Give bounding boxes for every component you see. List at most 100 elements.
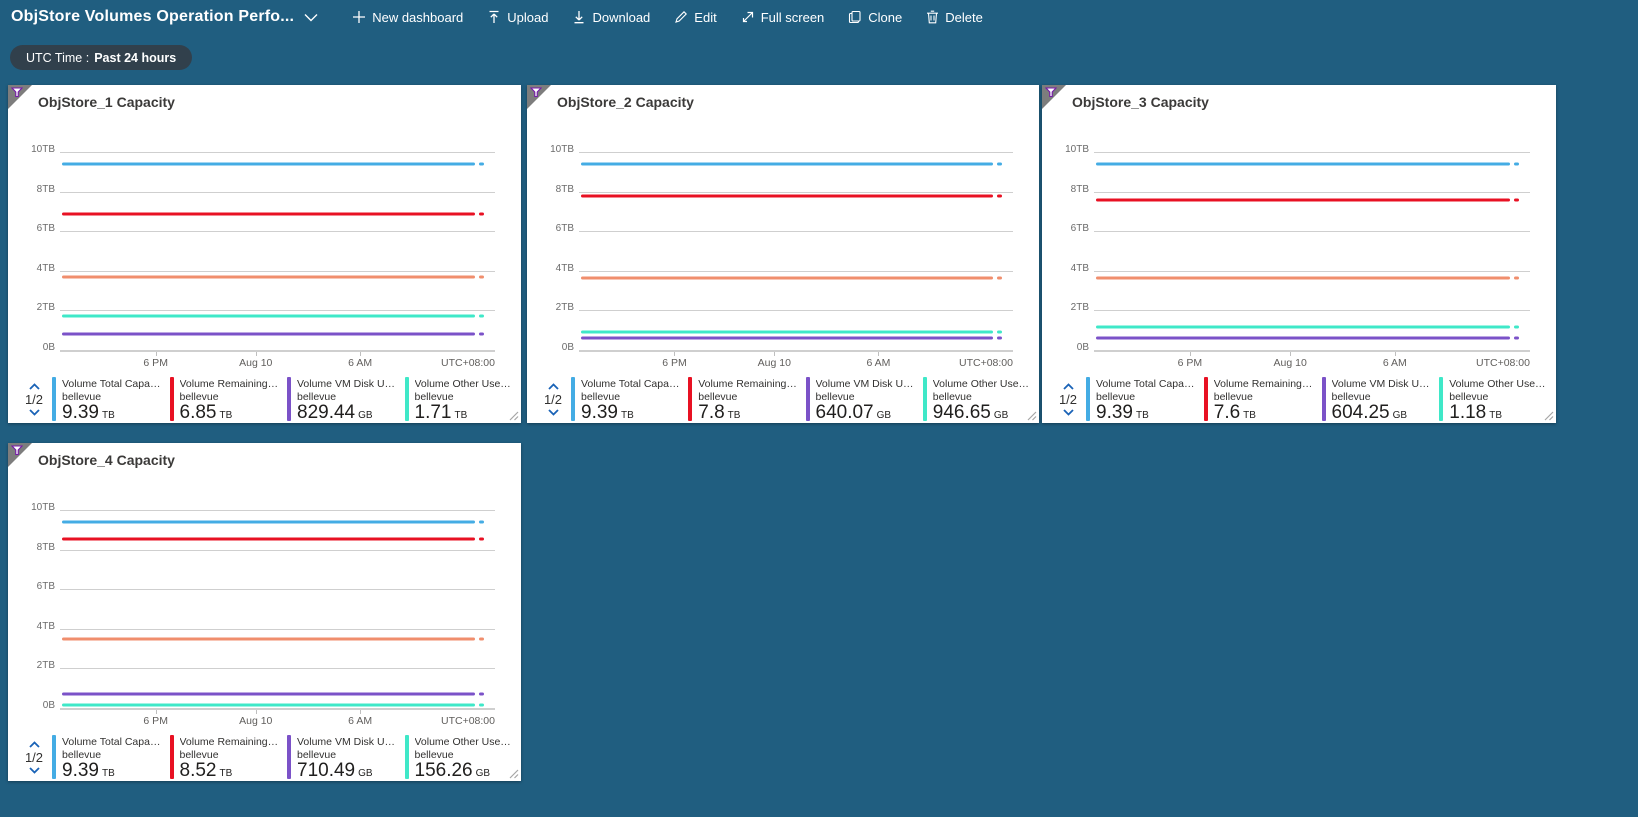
series-line xyxy=(62,693,475,696)
series-line xyxy=(62,637,475,640)
legend-item[interactable]: Volume VM Disk Used ...bellevue829.44GB xyxy=(287,377,398,421)
series-line xyxy=(62,521,475,524)
dashboard-toolbar: ObjStore Volumes Operation Perfo... New … xyxy=(0,0,1638,34)
legend-item[interactable]: Volume Total Capacit...bellevue9.39TB xyxy=(571,377,681,421)
x-axis: UTC+08:006 PMAug 106 AM xyxy=(579,351,1013,371)
metric-name: Volume Other Used Ca... xyxy=(933,378,1033,391)
legend-page-down-button[interactable] xyxy=(29,408,40,417)
y-axis-label: 8TB xyxy=(556,183,574,194)
y-axis-label: 6TB xyxy=(1071,223,1089,234)
metric-unit: GB xyxy=(476,768,490,779)
tile-resize-handle[interactable] xyxy=(508,768,519,779)
legend-item[interactable]: Volume Remaining Cap...bellevue7.8TB xyxy=(688,377,798,421)
legend-items: Volume Total Capacit...bellevue9.39TB Vol… xyxy=(1086,377,1550,421)
metric-value: 9.39TB xyxy=(1096,403,1197,426)
action-label: Upload xyxy=(507,10,548,25)
legend-page-up-button[interactable] xyxy=(548,382,559,391)
legend-item[interactable]: Volume VM Disk Used ...bellevue604.25GB xyxy=(1322,377,1433,421)
series-line xyxy=(581,276,993,279)
legend-page-up-button[interactable] xyxy=(29,740,40,749)
line-chart: 10TB8TB6TB4TB2TB0B xyxy=(60,510,495,708)
y-axis-label: 2TB xyxy=(37,660,55,671)
delete-button[interactable]: Delete xyxy=(926,10,983,25)
legend-item[interactable]: Volume Other Used Ca...bellevue1.71TB xyxy=(405,377,516,421)
upload-button[interactable]: Upload xyxy=(487,10,548,25)
x-axis-tick xyxy=(878,352,879,356)
chevron-down-icon xyxy=(29,767,40,774)
new-dashboard-button[interactable]: New dashboard xyxy=(352,10,463,25)
tile-objstore-4-capacity[interactable]: ObjStore_4 Capacity 10TB8TB6TB4TB2TB0B U… xyxy=(8,443,521,781)
legend-item[interactable]: Volume VM Disk Used ...bellevue640.07GB xyxy=(806,377,916,421)
series-endpoint xyxy=(997,336,1002,339)
chart-legend: 1/2 Volume Total Capacit...bellevue9.39T… xyxy=(535,377,1033,421)
series-endpoint xyxy=(479,521,484,524)
legend-color-bar xyxy=(1322,377,1326,421)
legend-item[interactable]: Volume Remaining Cap...bellevue6.85TB xyxy=(170,377,281,421)
tile-objstore-2-capacity[interactable]: ObjStore_2 Capacity 10TB8TB6TB4TB2TB0B U… xyxy=(527,85,1039,423)
tile-resize-handle[interactable] xyxy=(1026,410,1037,421)
x-axis-label: 6 PM xyxy=(143,357,168,369)
legend-item[interactable]: Volume Total Capacit...bellevue9.39TB xyxy=(52,377,163,421)
fullscreen-button[interactable]: Full screen xyxy=(741,10,825,25)
legend-item[interactable]: Volume Other Used Ca...bellevue946.65GB xyxy=(923,377,1033,421)
metric-name: Volume VM Disk Used ... xyxy=(816,378,916,391)
legend-page-down-button[interactable] xyxy=(548,408,559,417)
metric-name: Volume Other Used Ca... xyxy=(415,736,516,749)
clone-button[interactable]: Clone xyxy=(848,10,902,25)
y-axis-label: 4TB xyxy=(37,263,55,274)
y-axis-label: 10TB xyxy=(31,502,55,513)
gridline xyxy=(60,629,495,630)
dashboard-title[interactable]: ObjStore Volumes Operation Perfo... xyxy=(11,8,294,26)
gridline xyxy=(579,192,1013,193)
download-icon xyxy=(572,10,586,24)
x-axis-tick xyxy=(256,710,257,714)
legend-item[interactable]: Volume Remaining Cap...bellevue7.6TB xyxy=(1204,377,1315,421)
dashboard-page: { "app": { "background": "#205E80", "til… xyxy=(0,0,1638,817)
metric-value: 9.39TB xyxy=(62,403,163,426)
legend-item[interactable]: Volume VM Disk Used ...bellevue710.49GB xyxy=(287,735,398,779)
tile-objstore-3-capacity[interactable]: ObjStore_3 Capacity 10TB8TB6TB4TB2TB0B U… xyxy=(1042,85,1556,423)
legend-text: Volume Remaining Cap...bellevue6.85TB xyxy=(180,377,281,421)
legend-page-indicator: 1/2 xyxy=(1059,392,1077,407)
legend-color-bar xyxy=(287,735,291,779)
timezone-label: UTC+08:00 xyxy=(1476,357,1530,369)
gridline xyxy=(579,271,1013,272)
metric-unit: GB xyxy=(358,768,372,779)
x-axis: UTC+08:006 PMAug 106 AM xyxy=(60,709,495,729)
x-axis-label: 6 PM xyxy=(143,715,168,727)
tile-resize-handle[interactable] xyxy=(1543,410,1554,421)
metric-unit: GB xyxy=(1393,410,1407,421)
legend-item[interactable]: Volume Total Capacit...bellevue9.39TB xyxy=(52,735,163,779)
legend-text: Volume Remaining Cap...bellevue7.8TB xyxy=(698,377,798,421)
legend-item[interactable]: Volume Total Capacit...bellevue9.39TB xyxy=(1086,377,1197,421)
legend-page-up-button[interactable] xyxy=(29,382,40,391)
legend-page-down-button[interactable] xyxy=(29,766,40,775)
legend-page-down-button[interactable] xyxy=(1063,408,1074,417)
legend-item[interactable]: Volume Remaining Cap...bellevue8.52TB xyxy=(170,735,281,779)
legend-text: Volume Remaining Cap...bellevue7.6TB xyxy=(1214,377,1315,421)
x-axis-tick xyxy=(1290,352,1291,356)
tile-resize-handle[interactable] xyxy=(508,410,519,421)
legend-text: Volume Remaining Cap...bellevue8.52TB xyxy=(180,735,281,779)
legend-text: Volume Total Capacit...bellevue9.39TB xyxy=(62,377,163,421)
edit-button[interactable]: Edit xyxy=(674,10,716,25)
metric-value: 829.44GB xyxy=(297,403,398,426)
legend-page-up-button[interactable] xyxy=(1063,382,1074,391)
download-button[interactable]: Download xyxy=(572,10,650,25)
metric-unit: TB xyxy=(219,410,232,421)
gridline xyxy=(579,231,1013,232)
legend-item[interactable]: Volume Other Used Ca...bellevue156.26GB xyxy=(405,735,516,779)
tile-objstore-1-capacity[interactable]: ObjStore_1 Capacity 10TB8TB6TB4TB2TB0B U… xyxy=(8,85,521,423)
metric-name: Volume Total Capacit... xyxy=(581,378,681,391)
chevron-up-icon xyxy=(1063,383,1074,390)
legend-item[interactable]: Volume Other Used Ca...bellevue1.18TB xyxy=(1439,377,1550,421)
time-range-filter[interactable]: UTC Time : Past 24 hours xyxy=(10,45,192,70)
time-filter-prefix: UTC Time : xyxy=(26,51,89,65)
metric-unit: GB xyxy=(877,410,891,421)
action-label: Delete xyxy=(945,10,983,25)
time-filter-value: Past 24 hours xyxy=(94,51,176,65)
dashboard-title-dropdown[interactable] xyxy=(304,13,318,22)
metric-value: 156.26GB xyxy=(415,761,516,784)
legend-text: Volume VM Disk Used ...bellevue640.07GB xyxy=(816,377,916,421)
x-axis-label: 6 PM xyxy=(1178,357,1203,369)
